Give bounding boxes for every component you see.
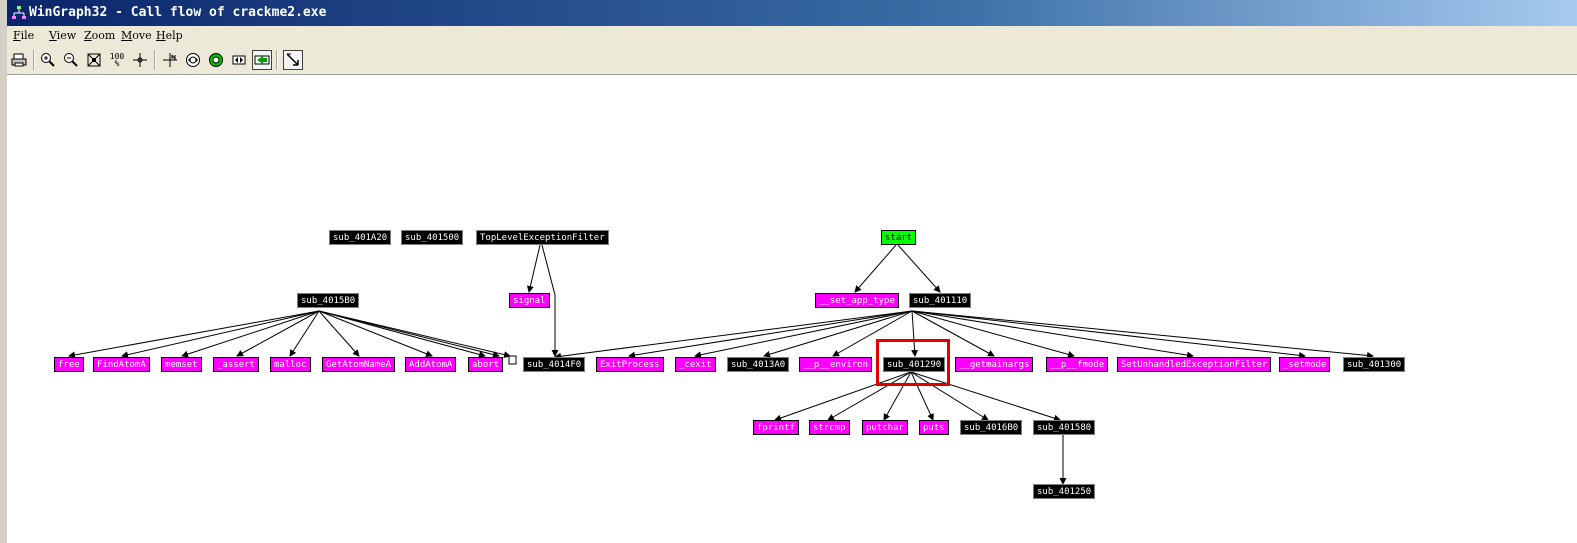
menu-move[interactable]: Move <box>121 29 152 42</box>
node-GetAtomNameA[interactable]: GetAtomNameA <box>322 357 396 372</box>
node-sub_4014F0[interactable]: sub_4014F0 <box>523 357 586 372</box>
node-abort[interactable]: abort <box>468 357 504 372</box>
print-button[interactable] <box>9 50 29 70</box>
green-circle-button[interactable] <box>206 50 226 70</box>
zoom-in-icon <box>41 53 55 67</box>
zoom-in-button[interactable] <box>38 50 58 70</box>
node-free[interactable]: free <box>54 357 84 372</box>
menu-help[interactable]: Help <box>156 29 183 42</box>
pointer-button[interactable] <box>283 50 303 70</box>
toolbar-separator <box>154 50 156 70</box>
graph-canvas[interactable]: sub_401A20 sub_401500 TopLevelExceptionF… <box>7 75 1577 543</box>
arrows-icon <box>232 55 246 65</box>
node-_assert[interactable]: _assert <box>213 357 259 372</box>
node-TopLevelExceptionFilter[interactable]: TopLevelExceptionFilter <box>476 230 609 245</box>
zoom-100-label: 100 % <box>109 52 125 68</box>
circle-layout-button[interactable] <box>183 50 203 70</box>
node-__p__environ[interactable]: __p__environ <box>799 357 873 372</box>
graph-icon <box>12 6 26 19</box>
fit-icon <box>87 53 101 67</box>
node-sub_4015B0[interactable]: sub_4015B0 <box>297 293 360 308</box>
crosshair-icon <box>133 53 147 67</box>
node-sub_401110[interactable]: sub_401110 <box>909 293 972 308</box>
node-sub_4016B0[interactable]: sub_4016B0 <box>960 420 1023 435</box>
arrows-button[interactable] <box>229 50 249 70</box>
node-signal[interactable]: signal <box>509 293 550 308</box>
node-memset[interactable]: memset <box>161 357 202 372</box>
menu-view[interactable]: View <box>49 29 76 42</box>
node-__set_app_type[interactable]: __set_app_type <box>815 293 899 308</box>
toolbar: 100 % <box>7 47 1577 75</box>
node-__p__fmode[interactable]: __p__fmode <box>1046 357 1109 372</box>
node-sub_401A20[interactable]: sub_401A20 <box>329 230 392 245</box>
node-FindAtomA[interactable]: FindAtomA <box>93 357 150 372</box>
node-AddAtomA[interactable]: AddAtomA <box>405 357 457 372</box>
node-fprintf[interactable]: fprintf <box>753 420 799 435</box>
node-SetUnhandledExceptionFilter[interactable]: SetUnhandledExceptionFilter <box>1117 357 1272 372</box>
green-arrow-button[interactable] <box>252 50 272 70</box>
node-malloc[interactable]: malloc <box>270 357 311 372</box>
node-strcmp[interactable]: strcmp <box>809 420 850 435</box>
printer-icon <box>11 53 27 67</box>
zoom-out-icon <box>64 53 78 67</box>
center-button[interactable] <box>130 50 150 70</box>
menu-bar: File View Zoom Move Help <box>7 26 1577 48</box>
node-sub_401580[interactable]: sub_401580 <box>1033 420 1096 435</box>
layout-icon <box>163 53 177 67</box>
node-sub_401250[interactable]: sub_401250 <box>1033 484 1096 499</box>
node-putchar[interactable]: putchar <box>862 420 908 435</box>
node-_cexit[interactable]: _cexit <box>675 357 716 372</box>
node-puts[interactable]: puts <box>919 420 949 435</box>
node-sub_401500[interactable]: sub_401500 <box>401 230 464 245</box>
highlight-box <box>876 339 950 386</box>
circle-icon <box>186 53 200 67</box>
title-bar[interactable]: WinGraph32 - Call flow of crackme2.exe <box>7 0 1577 26</box>
fit-button[interactable] <box>84 50 104 70</box>
pointer-icon <box>286 53 299 66</box>
node-__getmainargs[interactable]: __getmainargs <box>955 357 1034 372</box>
toolbar-separator <box>276 50 278 70</box>
graph-edges <box>68 244 1374 485</box>
node-start[interactable]: start <box>881 230 917 245</box>
menu-zoom[interactable]: Zoom <box>84 29 115 42</box>
node-sub_4013A0[interactable]: sub_4013A0 <box>727 357 790 372</box>
node-sub_401300[interactable]: sub_401300 <box>1343 357 1406 372</box>
green-arrow-icon <box>254 55 270 65</box>
green-circle-icon <box>209 53 223 67</box>
node-ExitProcess[interactable]: ExitProcess <box>596 357 664 372</box>
toolbar-separator <box>33 50 35 70</box>
window-title: WinGraph32 - Call flow of crackme2.exe <box>29 5 327 20</box>
zoom-out-button[interactable] <box>61 50 81 70</box>
layout-button[interactable] <box>160 50 180 70</box>
small-node-box <box>508 355 517 365</box>
menu-file[interactable]: File <box>13 29 34 42</box>
node-_setmode[interactable]: _setmode <box>1279 357 1331 372</box>
zoom-100-button[interactable]: 100 % <box>107 50 127 70</box>
